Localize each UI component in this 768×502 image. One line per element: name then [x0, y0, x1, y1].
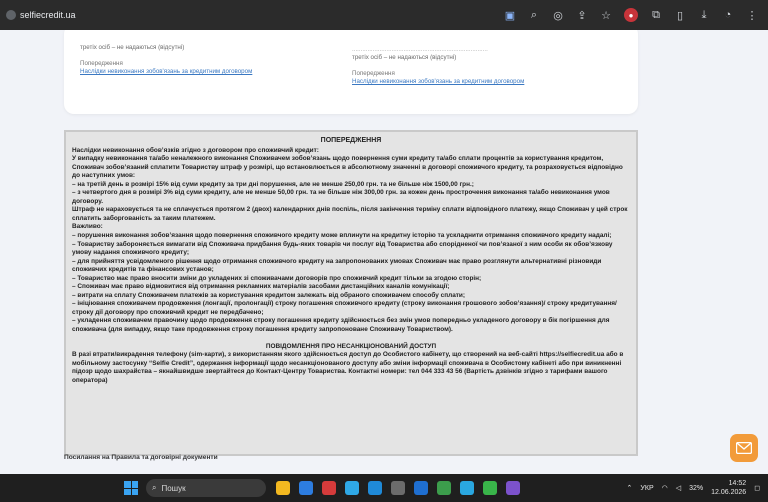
- cast-icon[interactable]: ▣: [504, 9, 516, 22]
- warning-box: ПОПЕРЕДЖЕННЯ Наслідки невиконання обов’я…: [64, 130, 638, 456]
- mail-button[interactable]: [730, 434, 758, 462]
- browser-toolbar: selfiecredit.ua ▣ ⌕ ◎ ⇪ ☆ ● ⧉ ▯ ⤓ ◔ ⋮: [0, 0, 768, 30]
- share-icon[interactable]: ⇪: [576, 9, 588, 22]
- clock[interactable]: 14:52 12.06.2026: [711, 479, 746, 497]
- system-tray: ⌃ УКР ◠ ◁ 32% 14:52 12.06.2026 ◻: [627, 479, 760, 497]
- warning-paragraph: – Споживач має право відмовитися від отр…: [72, 283, 450, 291]
- warning-paragraph: У випадку невиконання та/або неналежного…: [72, 155, 623, 180]
- battery-level[interactable]: 32%: [689, 485, 703, 492]
- settings-icon[interactable]: [391, 481, 405, 495]
- telegram-icon[interactable]: [460, 481, 474, 495]
- chat-icon[interactable]: [299, 481, 313, 495]
- warning-paragraph: – Товариству забороняється вимагати від …: [72, 240, 613, 257]
- bookmark-star-icon[interactable]: ☆: [600, 9, 612, 22]
- eye-off-icon[interactable]: ◎: [552, 9, 564, 22]
- rules-documents-link[interactable]: Посилання на Правила та договірні докуме…: [64, 454, 218, 461]
- consequences-link-right[interactable]: Наслідки невиконання зобов'язань за кред…: [352, 78, 622, 86]
- warning-paragraph: Важливо:: [72, 223, 103, 231]
- wifi-icon[interactable]: ◠: [662, 484, 668, 492]
- site-info-icon[interactable]: [6, 10, 16, 20]
- sidebar-icon[interactable]: ▯: [674, 9, 686, 22]
- warning-paragraph: – Товариство має право вносити зміни до …: [72, 274, 482, 282]
- extension-badge-icon[interactable]: ●: [624, 8, 638, 22]
- warning-paragraph: – ініціювання споживачем продовження (ло…: [72, 300, 617, 316]
- menu-icon[interactable]: ⋮: [746, 9, 758, 22]
- tray-chevron-icon[interactable]: ⌃: [627, 484, 633, 492]
- file-explorer-icon[interactable]: [276, 481, 290, 495]
- card-right-column: ........................................…: [352, 46, 622, 86]
- card-left-line: третіх осіб – не надаються (відсутні): [80, 44, 185, 51]
- zoom-icon[interactable]: ⌕: [528, 9, 540, 21]
- warning-paragraph: Штраф не нараховується та не сплачується…: [72, 206, 628, 222]
- language-indicator[interactable]: УКР: [640, 485, 653, 492]
- store-icon[interactable]: [345, 481, 359, 495]
- warning-paragraph: – на третій день в розмірі 15% від суми …: [72, 180, 474, 188]
- dropbox-icon[interactable]: [414, 481, 428, 495]
- unauthorized-access-title: ПОВІДОМЛЕННЯ ПРО НЕСАНКЦІОНОВАНИЙ ДОСТУП: [265, 342, 437, 350]
- edge-icon[interactable]: [368, 481, 382, 495]
- windows-taskbar: ⌕ Пошук ⌃ УКР ◠ ◁ 32% 14:52 12.06.2026 ◻: [0, 474, 768, 502]
- search-icon: ⌕: [152, 483, 157, 492]
- warning-paragraph: – з четвертого дня в розмірі 3% від суми…: [72, 189, 610, 205]
- android-icon[interactable]: [483, 481, 497, 495]
- search-placeholder: Пошук: [161, 483, 186, 493]
- app-l-icon[interactable]: [322, 481, 336, 495]
- unauthorized-access-text: В разі втрати/викрадення телефону (sim-к…: [72, 351, 624, 384]
- card-left-label: Попередження: [80, 60, 123, 67]
- warning-title: ПОПЕРЕДЖЕННЯ: [320, 137, 382, 144]
- volume-icon[interactable]: ◁: [676, 484, 681, 492]
- card-left-column: третіх осіб – не надаються (відсутні) По…: [80, 44, 350, 76]
- extensions-icon[interactable]: ⧉: [650, 9, 662, 21]
- warning-paragraph: Наслідки невиконання обов’язків згідно з…: [72, 146, 319, 154]
- clock-time: 14:52: [728, 480, 747, 487]
- profile-icon[interactable]: ◔: [722, 9, 734, 21]
- windows-start-icon[interactable]: [124, 481, 138, 495]
- address-bar[interactable]: selfiecredit.ua: [6, 10, 504, 20]
- card-right-line: третіх осіб – не надаються (відсутні): [352, 54, 457, 61]
- card-right-label: Попередження: [352, 70, 395, 77]
- taskbar-search[interactable]: ⌕ Пошук: [146, 479, 266, 497]
- notifications-icon[interactable]: ◻: [754, 484, 760, 492]
- viber-icon[interactable]: [506, 481, 520, 495]
- consequences-link-left[interactable]: Наслідки невиконання зобов'язань за кред…: [80, 68, 350, 76]
- warning-paragraph: – для прийняття усвідомленого рішення що…: [72, 257, 602, 274]
- clock-date: 12.06.2026: [711, 489, 747, 496]
- card-right-line-cut: ........................................…: [352, 46, 488, 53]
- warning-paragraph: – порушення виконання зобов’язання щодо …: [72, 232, 612, 240]
- chrome-icon[interactable]: [437, 481, 451, 495]
- mail-icon: [736, 442, 752, 454]
- url-text[interactable]: selfiecredit.ua: [20, 10, 76, 20]
- page-content: третіх осіб – не надаються (відсутні) По…: [0, 30, 768, 474]
- download-icon[interactable]: ⤓: [698, 9, 710, 21]
- loan-info-card: третіх осіб – не надаються (відсутні) По…: [64, 30, 638, 114]
- warning-paragraph: – укладення споживачем правочину щодо пр…: [72, 317, 610, 334]
